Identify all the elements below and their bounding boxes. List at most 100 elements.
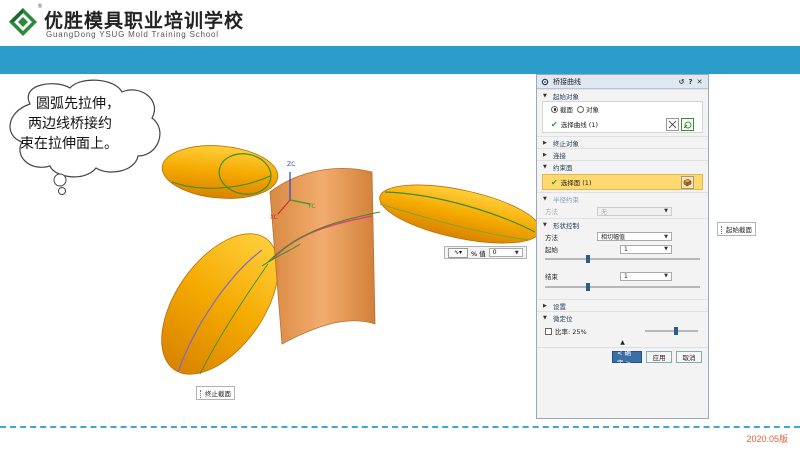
section-settings-label: 设置 — [553, 302, 566, 311]
ratio-label: 比率: 25% — [555, 328, 587, 336]
percent-value-toolbar: ∿▾ % 值 0 ▼ — [444, 246, 527, 259]
select-face-row[interactable]: ✔ 选择面 (1) — [542, 174, 703, 190]
radio-object[interactable] — [577, 105, 584, 113]
shape-start-value: 1 — [624, 245, 628, 253]
grip-icon — [721, 226, 723, 234]
collapse-arrow[interactable]: ▲ — [537, 339, 708, 347]
axis-label-xc: XC — [270, 214, 278, 221]
cancel-button[interactable]: 取消 — [676, 351, 702, 363]
radio-section-label: 截面 — [560, 106, 573, 114]
section-settings[interactable]: ▶ 设置 — [537, 299, 708, 311]
shape-end-combo[interactable]: 1 ▼ — [620, 271, 672, 281]
shape-end-label: 结束 — [545, 273, 558, 281]
bubble-line-3: 束在拉伸面上。 — [20, 136, 118, 152]
section-radius-constraint[interactable]: ▼ 半径约束 — [537, 192, 708, 204]
chevron-right-icon: ▶ — [543, 302, 547, 309]
start-object-panel: 截面 对象 ✔ 选择曲线 (1) — [542, 101, 703, 133]
select-curve-label: 选择曲线 (1) — [560, 121, 598, 129]
reverse-direction-icon[interactable] — [666, 117, 679, 131]
chevron-down-icon: ▼ — [543, 195, 547, 202]
ratio-slider[interactable] — [645, 327, 698, 335]
footer-date: 2020.05版 — [746, 434, 788, 444]
slider-track — [545, 258, 700, 260]
slider-track — [545, 286, 700, 288]
ratio-row: 比率: 25% — [537, 323, 708, 339]
chevron-down-icon: ▼ — [664, 273, 668, 279]
radio-section[interactable] — [551, 105, 558, 113]
chevron-down-icon: ▼ — [543, 92, 547, 99]
close-button[interactable]: ✕ — [695, 78, 704, 86]
section-shape-control[interactable]: ▼ 形状控制 — [537, 218, 708, 230]
ratio-checkbox[interactable] — [545, 327, 552, 335]
section-constraint-face[interactable]: ▼ 约束面 — [537, 160, 708, 172]
section-connect[interactable]: ▶ 连接 — [537, 148, 708, 160]
ellipsoid-right — [379, 184, 541, 244]
select-curve-row[interactable]: ✔ 选择曲线 (1) — [543, 116, 702, 132]
curve-select-icon[interactable] — [681, 117, 694, 131]
section-fine-position[interactable]: ▼ 微定位 — [537, 311, 708, 323]
ok-button[interactable]: < 确定 > — [612, 349, 642, 367]
section-end-object[interactable]: ▶ 终止对象 — [537, 136, 708, 148]
footer-divider — [0, 426, 800, 428]
curve-parameter-icon[interactable]: ∿▾ — [448, 247, 468, 258]
chevron-down-icon: ▼ — [664, 208, 668, 214]
shape-end-row: 结束 1 ▼ — [537, 269, 708, 283]
shape-method-value: 相切幅值 — [601, 234, 626, 241]
shape-end-slider[interactable] — [545, 283, 700, 291]
end-section-text: 终止截面 — [205, 390, 231, 398]
gear-icon — [541, 78, 549, 85]
extruded-sheet — [261, 168, 381, 345]
section-radius-constraint-label: 半径约束 — [553, 195, 579, 204]
chevron-down-icon: ▼ — [514, 249, 519, 256]
radius-method-combo[interactable]: 无 ▼ — [597, 206, 672, 216]
section-start-object[interactable]: ▼ 起始对象 — [537, 89, 708, 101]
registered-mark: ® — [37, 3, 43, 10]
ellipsoid-top-left — [161, 145, 279, 199]
face-select-icon[interactable] — [681, 175, 694, 189]
axis-label-zc: ZC — [287, 161, 296, 168]
dialog-button-bar: < 确定 > 应用 取消 — [537, 347, 708, 367]
school-name-en: GuangDong YSUG Mold Training School — [46, 30, 219, 39]
bubble-line-1: 圆弧先拉伸， — [36, 96, 120, 112]
shape-method-combo[interactable]: 相切幅值 ▼ — [597, 232, 672, 241]
slider-thumb[interactable] — [586, 255, 591, 263]
section-connect-label: 连接 — [553, 151, 566, 160]
radius-method-row: 方法 无 ▼ — [537, 204, 708, 218]
bubble-line-2: 两边线桥接约 — [28, 116, 112, 132]
chevron-right-icon: ▶ — [543, 139, 547, 146]
header: ® 优胜模具职业培训学校 GuangDong YSUG Mold Trainin… — [0, 0, 800, 46]
cad-viewport[interactable]: ZC YC XC 圆弧先拉伸， 两边线桥接约 束在拉伸面上。 ∿▾ % 值 0 … — [0, 74, 541, 424]
chevron-down-icon: ▼ — [543, 163, 547, 170]
percent-value-combo[interactable]: 0 ▼ — [488, 248, 523, 257]
help-button[interactable]: ? — [686, 78, 695, 86]
section-end-object-label: 终止对象 — [553, 139, 579, 148]
check-icon: ✔ — [551, 177, 558, 187]
start-type-row: 截面 对象 — [543, 102, 702, 116]
chevron-down-icon: ▼ — [664, 246, 668, 252]
slider-thumb[interactable] — [586, 283, 591, 291]
shape-start-slider[interactable] — [545, 255, 700, 263]
check-icon: ✔ — [551, 119, 558, 129]
section-constraint-face-label: 约束面 — [553, 163, 573, 172]
slider-track — [645, 330, 698, 332]
chevron-right-icon: ▶ — [543, 151, 547, 158]
shape-start-row: 起始 1 ▼ — [537, 243, 708, 255]
slider-thumb[interactable] — [673, 327, 678, 335]
radius-method-value: 无 — [601, 208, 608, 216]
start-section-text: 起始截面 — [726, 226, 752, 234]
reset-button[interactable]: ↺ — [677, 78, 686, 86]
shape-end-value: 1 — [624, 272, 628, 280]
chevron-up-icon: ▲ — [620, 339, 625, 346]
shape-start-combo[interactable]: 1 ▼ — [620, 244, 672, 254]
axis-label-yc: YC — [308, 203, 316, 210]
bridge-curve-dialog: 桥接曲线 ↺ ? ✕ ▼ 起始对象 截面 对象 ✔ 选择曲线 (1) ▶ 终止对… — [536, 74, 709, 419]
school-logo-icon — [9, 8, 37, 36]
apply-button[interactable]: 应用 — [646, 351, 672, 363]
percent-value-label: % 值 — [471, 249, 486, 258]
chevron-down-icon: ▼ — [543, 314, 547, 321]
slide: ® 优胜模具职业培训学校 GuangDong YSUG Mold Trainin… — [0, 0, 800, 450]
radius-method-label: 方法 — [545, 208, 558, 216]
end-section-label: 终止截面 — [196, 386, 235, 400]
dialog-title: 桥接曲线 — [553, 77, 581, 86]
select-face-label: 选择面 (1) — [560, 179, 592, 187]
